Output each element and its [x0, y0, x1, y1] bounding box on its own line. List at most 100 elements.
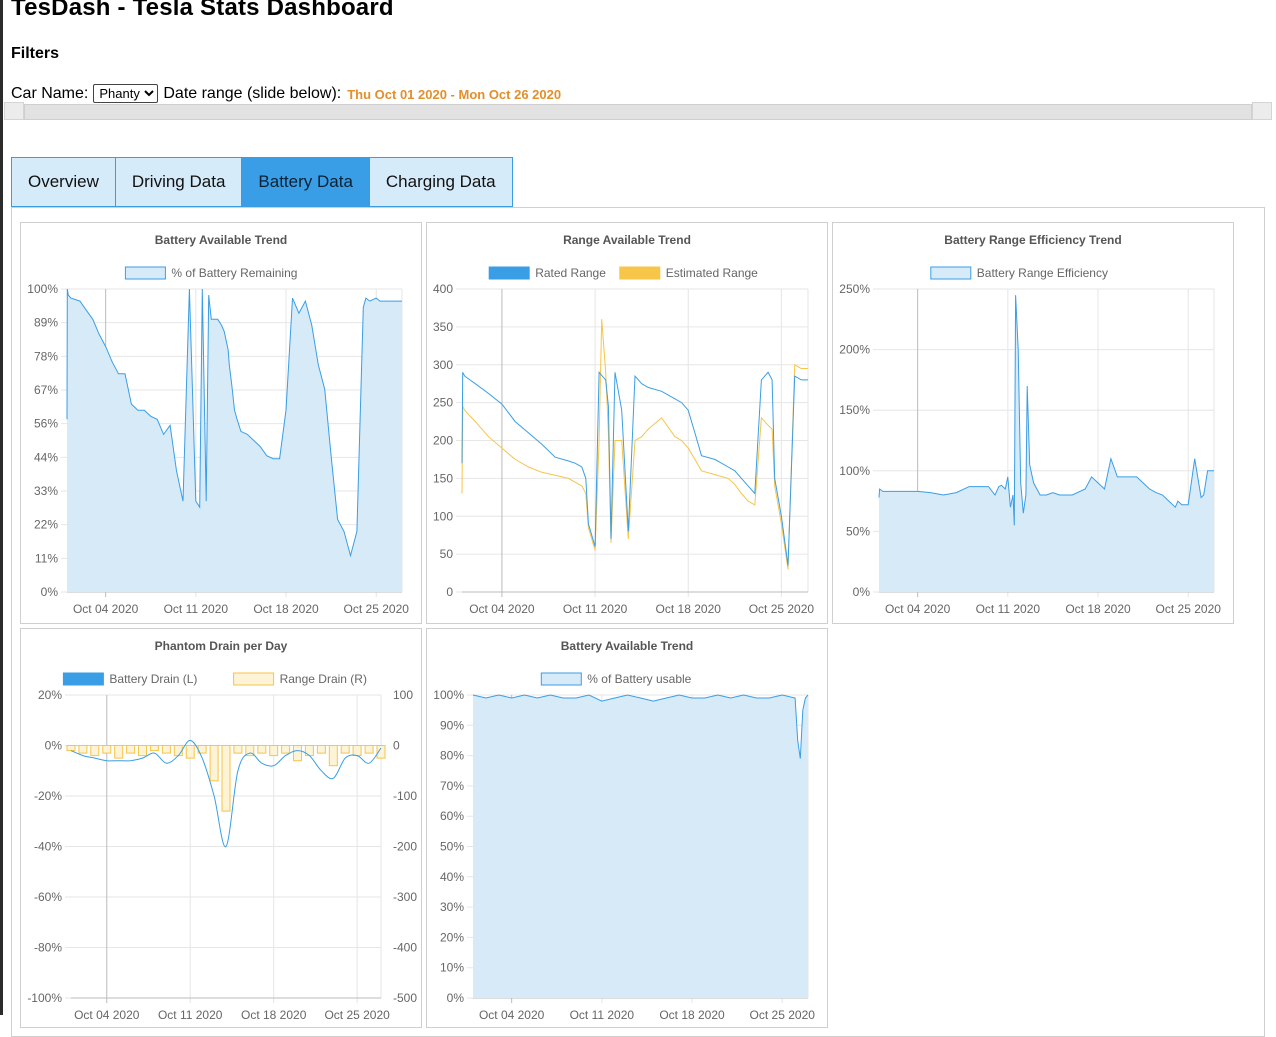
range-drain-bar: [149, 745, 159, 752]
x-tick-label: Oct 11 2020: [158, 1008, 223, 1022]
phantom-drain-chart: Phantom Drain per Day -100% -80% -60% -40% -2…: [27, 639, 417, 1022]
y-tick-label: 56%: [34, 417, 58, 431]
tab-driving-data[interactable]: Driving Data: [114, 157, 243, 207]
x-tick-label: Oct 11 2020: [563, 602, 628, 616]
range-drain-bar: [293, 745, 302, 762]
range-drain-bar: [316, 745, 326, 754]
range-drain-bar: [364, 745, 374, 754]
tab-overview[interactable]: Overview: [11, 157, 116, 207]
car-name-select[interactable]: Phanty: [93, 84, 159, 103]
y-tick-label: -80%: [34, 941, 62, 955]
y-tick-label: 0%: [853, 585, 871, 599]
range-drain-bar: [90, 745, 100, 757]
x-tick-label: Oct 18 2020: [659, 1008, 725, 1022]
range-drain-bar: [126, 745, 136, 754]
y-tick-label: 200: [433, 434, 453, 448]
chart-title: Range Available Trend: [563, 233, 691, 247]
series-line: [461, 319, 808, 570]
x-tick-label: Oct 04 2020: [479, 1008, 545, 1022]
date-range-slider[interactable]: [4, 102, 1272, 120]
y-tick-label: -40%: [34, 840, 62, 854]
range-efficiency-chart: Battery Range Efficiency Trend 0% 50% 100% 1…: [839, 233, 1221, 616]
y-tick-label: 10%: [440, 961, 464, 975]
range-drain-bar: [352, 745, 362, 757]
y-tick-label: 100%: [27, 282, 58, 296]
chart-card-range-available: Range Available Trend 0 50 100 150 200 250 300 3…: [426, 222, 828, 624]
x-tick-label: Oct 04 2020: [885, 602, 951, 616]
y-tick-label-right: 0: [393, 739, 400, 753]
x-tick-label: Oct 18 2020: [253, 602, 319, 616]
legend-label: % of Battery usable: [587, 672, 691, 686]
range-drain-bar: [66, 745, 76, 752]
y-tick-label: 60%: [440, 809, 464, 823]
legend-label: % of Battery Remaining: [171, 266, 297, 280]
range-drain-bar: [340, 745, 350, 754]
window-edge: [0, 0, 3, 1015]
y-tick-label-right: -100: [393, 789, 417, 803]
legend-swatch: [488, 266, 530, 280]
range-drain-bar: [269, 745, 279, 757]
y-tick-label: 30%: [440, 900, 464, 914]
battery-available-chart: Battery Available Trend 0% 11% 22% 33% 44% 56%…: [27, 233, 409, 616]
range-drain-bar: [185, 745, 195, 759]
series-area: [473, 695, 808, 998]
y-tick-label: 50%: [440, 840, 464, 854]
y-tick-label: 44%: [34, 450, 58, 464]
x-tick-label: Oct 25 2020: [324, 1008, 390, 1022]
tab-charging-data[interactable]: Charging Data: [368, 157, 513, 207]
y-tick-label: 70%: [440, 779, 464, 793]
y-tick-label: 0%: [447, 991, 465, 1005]
legend-label: Range Drain (R): [280, 672, 367, 686]
series-area: [879, 295, 1214, 592]
range-drain-bar: [209, 745, 219, 782]
y-tick-label-right: -400: [393, 941, 417, 955]
chart-title: Battery Available Trend: [155, 233, 288, 247]
y-tick-label-right: -200: [393, 840, 417, 854]
tab-battery-data[interactable]: Battery Data: [241, 157, 370, 207]
y-tick-label: 50%: [846, 524, 870, 538]
x-tick-label: Oct 11 2020: [976, 602, 1041, 616]
y-tick-label: 0%: [41, 585, 59, 599]
series-area: [67, 289, 402, 592]
battery-usable-chart: Battery Available Trend 0% 10% 20% 30% 40% 50%…: [433, 639, 815, 1022]
y-tick-label: 20%: [440, 930, 464, 944]
chart-title: Phantom Drain per Day: [155, 639, 288, 653]
date-range-label: Date range (slide below):: [163, 84, 342, 102]
y-tick-label: 0%: [45, 739, 63, 753]
x-tick-label: Oct 11 2020: [570, 1008, 635, 1022]
y-tick-label: 11%: [35, 551, 58, 565]
chart-card-battery-usable: Battery Available Trend 0% 10% 20% 30% 40% 50%…: [426, 628, 828, 1028]
y-tick-label: 40%: [440, 870, 464, 884]
range-drain-bar: [114, 745, 124, 759]
y-tick-label: 0: [446, 585, 453, 599]
page-title: TesDash - Tesla Stats Dashboard: [11, 0, 394, 21]
x-tick-label: Oct 11 2020: [164, 602, 229, 616]
chart-card-phantom-drain: Phantom Drain per Day -100% -80% -60% -40% -2…: [20, 628, 422, 1028]
y-tick-label: 100%: [433, 688, 464, 702]
y-tick-label-right: -500: [393, 991, 417, 1005]
chart-title: Battery Range Efficiency Trend: [944, 233, 1121, 247]
range-drain-bar: [304, 745, 314, 757]
filters-heading: Filters: [11, 45, 60, 62]
x-tick-label: Oct 25 2020: [749, 602, 815, 616]
y-tick-label: 100: [433, 509, 453, 523]
legend-swatch: [930, 266, 972, 280]
car-name-label: Car Name:: [11, 84, 89, 102]
y-tick-label: -100%: [27, 991, 62, 1005]
y-tick-label: 80%: [440, 749, 464, 763]
y-tick-label: 20%: [38, 688, 62, 702]
legend-swatch: [540, 672, 582, 686]
legend-swatch: [62, 672, 104, 686]
y-tick-label-right: -300: [393, 890, 417, 904]
y-tick-label: 67%: [34, 383, 58, 397]
range-drain-bar: [257, 745, 267, 754]
slider-handle-start[interactable]: [4, 102, 24, 120]
y-tick-label: 300: [433, 358, 453, 372]
range-drain-bar: [221, 745, 231, 812]
slider-handle-end[interactable]: [1252, 102, 1272, 120]
y-tick-label: -60%: [34, 890, 62, 904]
y-tick-label: 250: [433, 396, 453, 410]
slider-track[interactable]: [24, 104, 1252, 120]
y-tick-label: 90%: [440, 718, 464, 732]
y-tick-label: 100%: [839, 464, 870, 478]
